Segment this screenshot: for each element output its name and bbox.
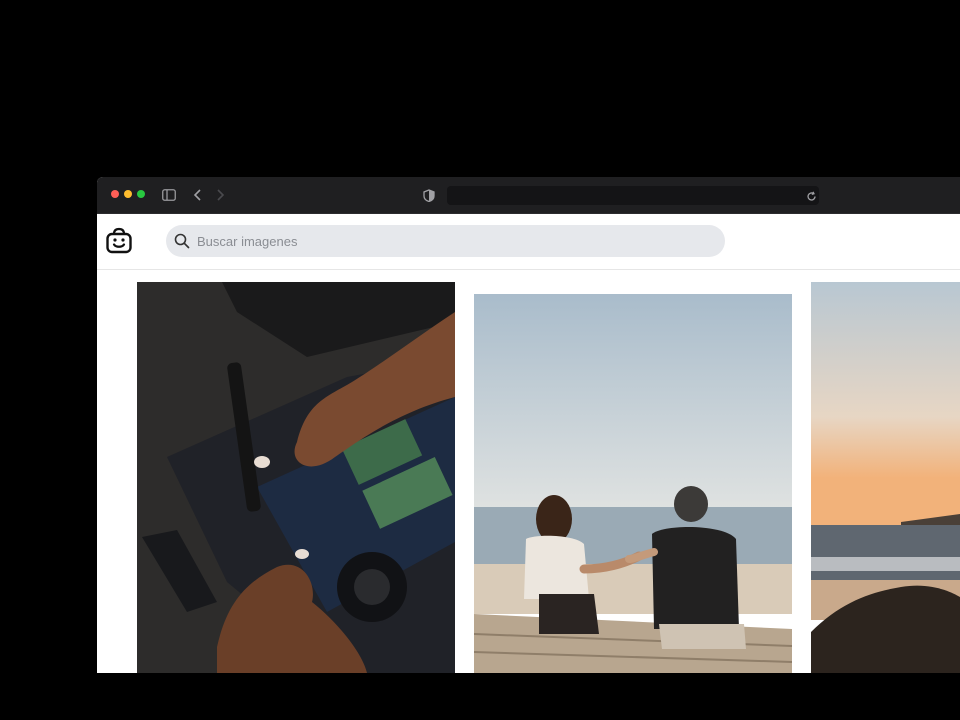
minimize-window-button[interactable]	[124, 190, 132, 198]
reload-icon[interactable]	[802, 187, 820, 205]
address-bar[interactable]	[447, 186, 819, 205]
search-input[interactable]	[197, 225, 717, 257]
forward-icon[interactable]	[211, 186, 229, 204]
app-header	[97, 214, 960, 270]
zoom-window-button[interactable]	[137, 190, 145, 198]
sidebar-icon[interactable]	[160, 186, 178, 204]
sunset-coast-photo[interactable]	[811, 282, 960, 673]
browser-window	[97, 177, 960, 673]
laptop-repair-photo[interactable]	[137, 282, 455, 673]
back-icon[interactable]	[189, 186, 207, 204]
beach-couple-photo[interactable]	[474, 294, 792, 673]
shield-icon[interactable]	[420, 186, 438, 204]
search-bar[interactable]	[166, 225, 725, 257]
browser-titlebar	[97, 177, 960, 214]
smiley-bag-icon[interactable]	[105, 227, 133, 255]
image-gallery	[97, 270, 960, 673]
search-icon	[174, 233, 190, 249]
close-window-button[interactable]	[111, 190, 119, 198]
